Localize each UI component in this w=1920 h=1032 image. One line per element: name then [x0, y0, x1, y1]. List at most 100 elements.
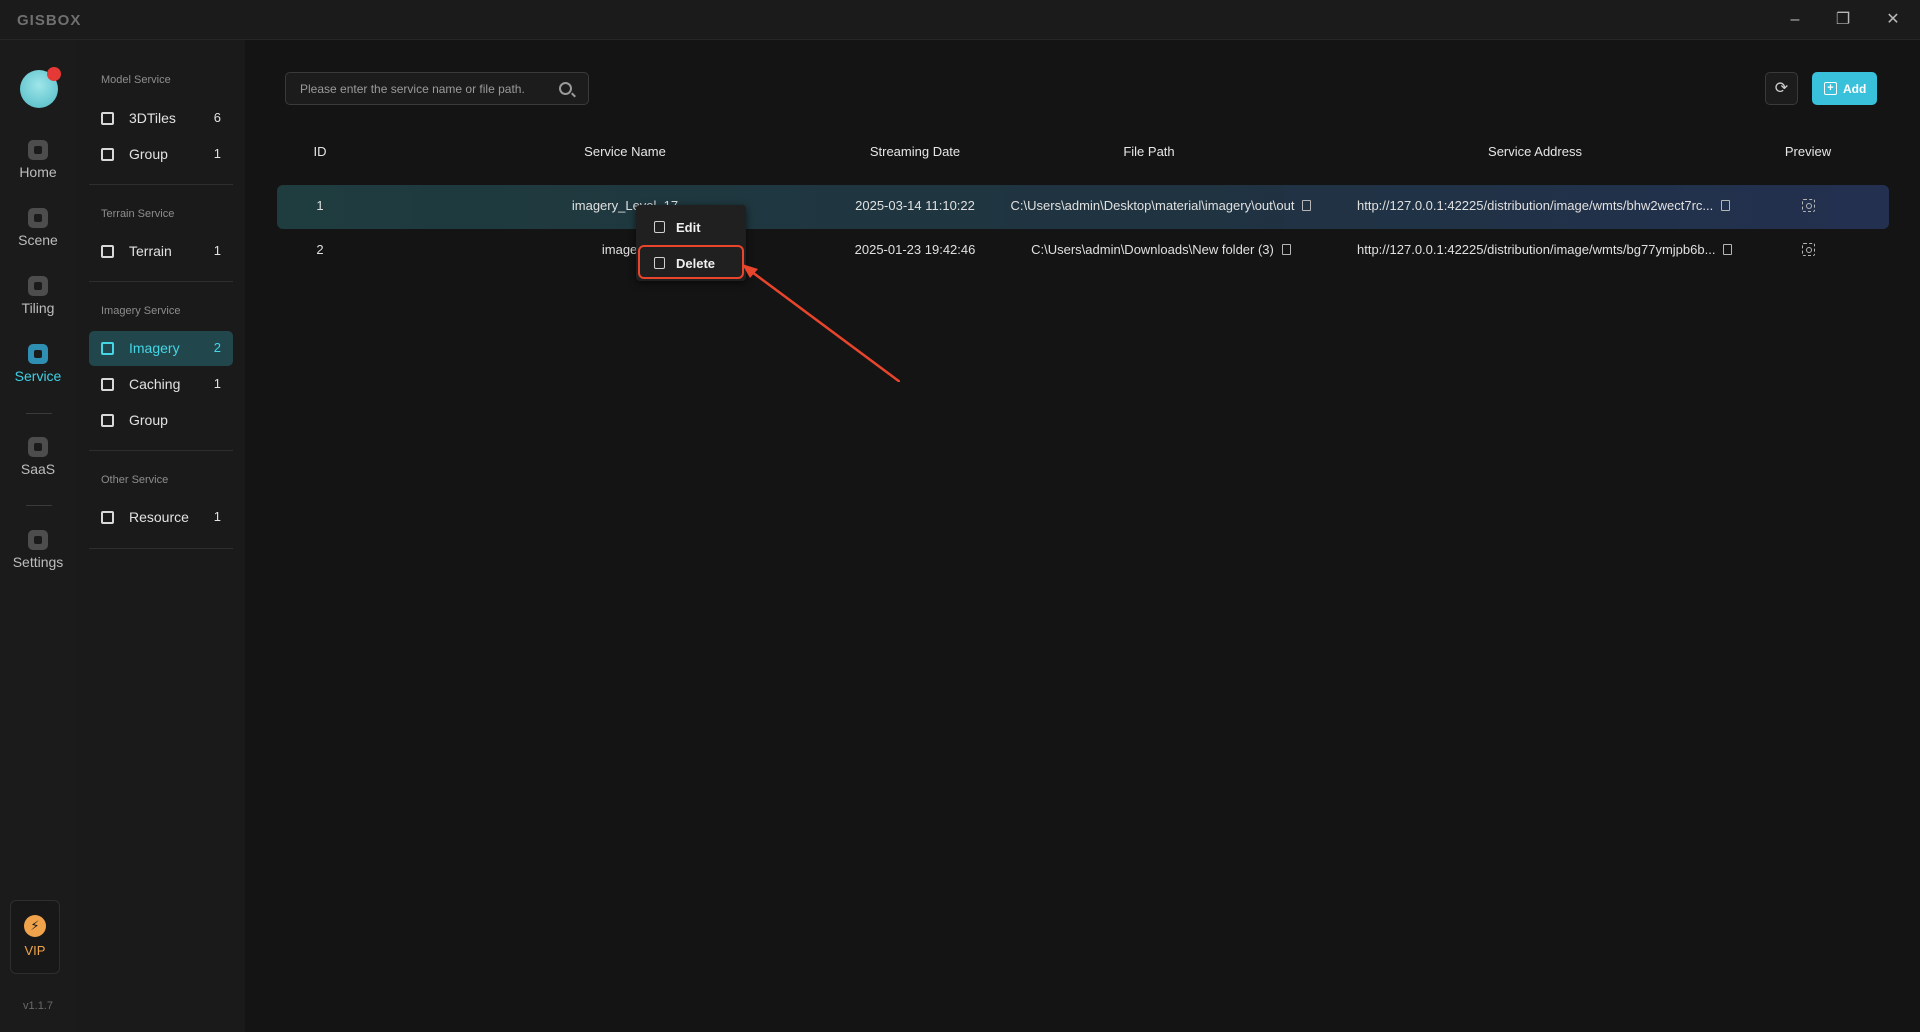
rail-item-service[interactable]: Service: [0, 344, 76, 384]
group-label-imagery: Imagery Service: [101, 305, 181, 317]
sidebar-item-resource[interactable]: Resource 1: [89, 500, 233, 535]
cell-file-path: C:\Users\admin\Desktop\material\imagery\…: [989, 198, 1333, 213]
rail-label: Settings: [12, 554, 64, 570]
annotation-highlight-box: [638, 245, 744, 279]
main-panel: ⟳ + Add ID Service Name Streaming Date F…: [245, 40, 1920, 1032]
imagery-icon: [101, 342, 114, 355]
sidebar-item-imagery[interactable]: Imagery 2: [89, 331, 233, 366]
add-button-label: Add: [1843, 82, 1867, 96]
refresh-icon: ⟳: [1774, 80, 1789, 97]
left-rail: Home Scene Tiling Service SaaS Settings …: [0, 40, 76, 1032]
settings-icon: [28, 530, 48, 550]
file-path-text: C:\Users\admin\Downloads\New folder (3): [1031, 242, 1274, 257]
scene-icon: [28, 208, 48, 228]
rail-label: Service: [14, 368, 62, 384]
service-icon: [28, 344, 48, 364]
search-input[interactable]: [300, 80, 550, 98]
group-icon: [101, 148, 114, 161]
column-header-id: ID: [313, 144, 327, 159]
sidebar-item-count: 1: [213, 509, 221, 524]
resource-icon: [101, 511, 114, 524]
group-label-model: Model Service: [101, 74, 171, 86]
sidebar-item-3dtiles[interactable]: 3DTiles 6: [89, 101, 233, 136]
group-icon: [101, 414, 114, 427]
rail-item-tiling[interactable]: Tiling: [0, 276, 76, 316]
sidebar-item-terrain[interactable]: Terrain 1: [89, 234, 233, 269]
column-header-service-address: Service Address: [1488, 144, 1582, 159]
sidebar-item-model-group[interactable]: Group 1: [89, 137, 233, 172]
sidebar-divider: [89, 548, 233, 549]
cell-service-address: http://127.0.0.1:42225/distribution/imag…: [1357, 242, 1757, 257]
table-row[interactable]: 1 imagery_Level_17 2025-03-14 11:10:22 C…: [277, 185, 1889, 229]
sidebar-divider: [89, 450, 233, 451]
close-button[interactable]: ✕: [1878, 8, 1908, 32]
context-menu-label: Edit: [676, 220, 701, 235]
tiling-icon: [28, 276, 48, 296]
rail-item-home[interactable]: Home: [0, 140, 76, 180]
sidebar-item-count: 1: [213, 243, 221, 258]
vip-button[interactable]: ⚡ VIP: [10, 900, 60, 974]
sidebar-item-label: Resource: [129, 509, 189, 525]
refresh-button[interactable]: ⟳: [1765, 72, 1798, 105]
version-label: v1.1.7: [23, 1000, 53, 1012]
cell-id: 2: [316, 242, 324, 257]
caching-icon: [101, 378, 114, 391]
lightning-icon: ⚡: [24, 915, 46, 937]
rail-label: Tiling: [21, 300, 55, 316]
home-icon: [28, 140, 48, 160]
restore-button[interactable]: ❐: [1828, 8, 1858, 32]
cell-file-path: C:\Users\admin\Downloads\New folder (3): [989, 242, 1333, 257]
service-sidebar: Model Service 3DTiles 6 Group 1 Terrain …: [76, 40, 245, 1032]
sidebar-item-count: 1: [213, 146, 221, 161]
sidebar-item-label: Terrain: [129, 243, 172, 259]
column-header-preview: Preview: [1784, 144, 1832, 159]
annotation-arrow: [742, 264, 900, 382]
sidebar-divider: [89, 281, 233, 282]
sidebar-item-count: 2: [213, 340, 221, 355]
title-bar: GISBOX – ❐ ✕: [0, 0, 1920, 40]
preview-icon[interactable]: [1802, 199, 1815, 212]
sidebar-item-count: 6: [213, 110, 221, 125]
copy-icon[interactable]: [1302, 200, 1312, 211]
cell-service-address: http://127.0.0.1:42225/distribution/imag…: [1357, 198, 1757, 213]
add-button[interactable]: + Add: [1812, 72, 1877, 105]
sidebar-item-label: Group: [129, 412, 168, 428]
minimize-button[interactable]: –: [1780, 8, 1810, 32]
column-header-file-path: File Path: [1123, 144, 1175, 159]
search-icon[interactable]: [559, 82, 572, 95]
edit-icon: [654, 221, 665, 233]
terrain-icon: [101, 245, 114, 258]
rail-label: Scene: [18, 232, 58, 248]
rail-item-settings[interactable]: Settings: [0, 530, 76, 570]
copy-icon[interactable]: [1281, 244, 1291, 255]
context-menu-edit[interactable]: Edit: [636, 210, 746, 244]
group-label-other: Other Service: [101, 474, 169, 486]
cell-id: 1: [316, 198, 324, 213]
copy-icon[interactable]: [1723, 244, 1733, 255]
3dtiles-icon: [101, 112, 114, 125]
copy-icon[interactable]: [1721, 200, 1731, 211]
table-row[interactable]: 2 imagery 2025-01-23 19:42:46 C:\Users\a…: [277, 229, 1889, 273]
vip-label: VIP: [24, 943, 46, 958]
sidebar-item-label: 3DTiles: [129, 110, 176, 126]
group-label-terrain: Terrain Service: [101, 208, 175, 220]
sidebar-item-caching[interactable]: Caching 1: [89, 367, 233, 402]
sidebar-item-label: Imagery: [129, 340, 180, 356]
app-logo: GISBOX: [17, 12, 82, 29]
rail-item-scene[interactable]: Scene: [0, 208, 76, 248]
service-address-text: http://127.0.0.1:42225/distribution/imag…: [1357, 198, 1714, 213]
add-icon: +: [1824, 82, 1837, 95]
sidebar-item-label: Caching: [129, 376, 181, 392]
column-header-service-name: Service Name: [584, 144, 666, 159]
rail-divider: [26, 413, 52, 414]
sidebar-item-imagery-group[interactable]: Group: [89, 403, 233, 438]
preview-icon[interactable]: [1802, 243, 1815, 256]
rail-divider: [26, 505, 52, 506]
search-box: [285, 72, 589, 105]
file-path-text: C:\Users\admin\Desktop\material\imagery\…: [1010, 198, 1295, 213]
sidebar-divider: [89, 184, 233, 185]
service-address-text: http://127.0.0.1:42225/distribution/imag…: [1357, 242, 1716, 257]
rail-item-saas[interactable]: SaaS: [0, 437, 76, 477]
saas-icon: [28, 437, 48, 457]
sidebar-item-count: 1: [213, 376, 221, 391]
